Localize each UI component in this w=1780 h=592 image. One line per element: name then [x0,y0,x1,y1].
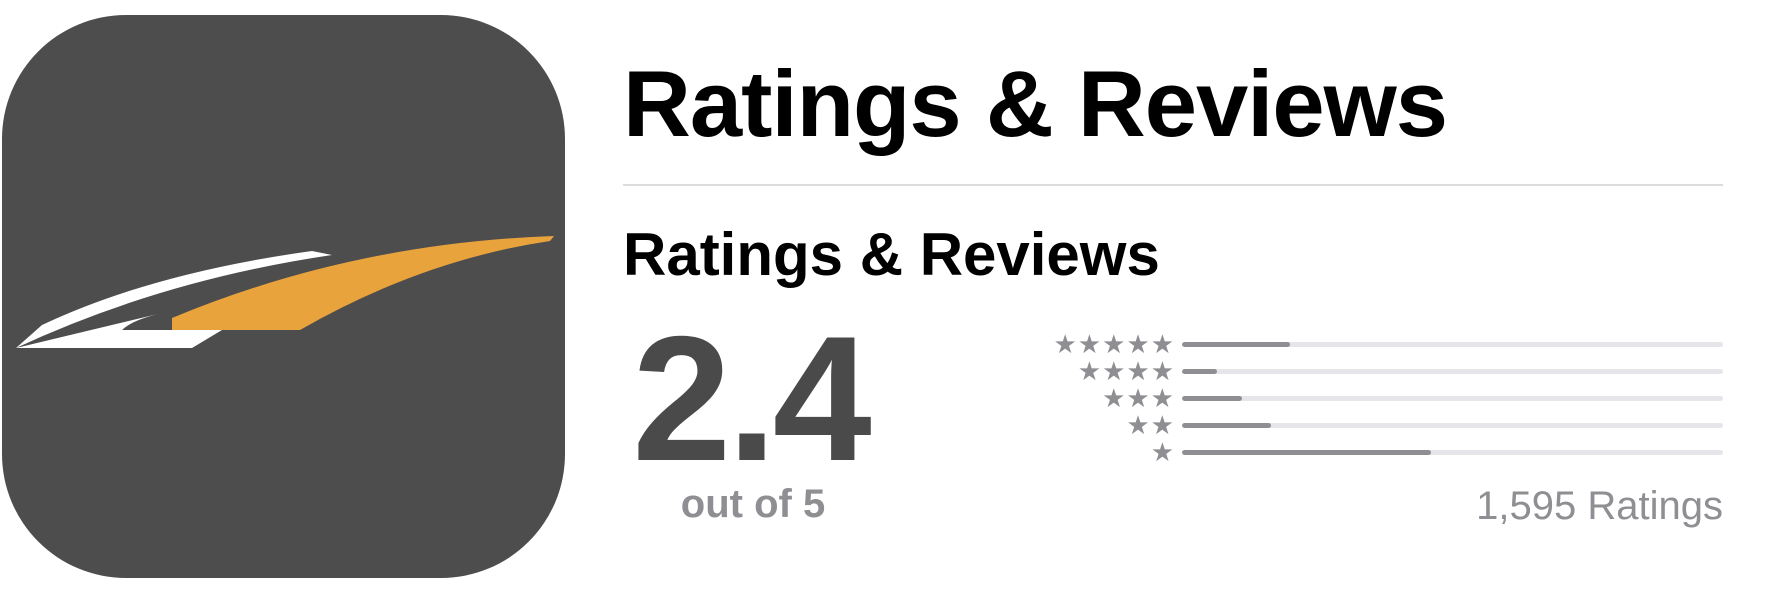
ratings-count: 1,595 Ratings [1476,484,1723,528]
histogram-row-4-stars: ★★★★ [1020,359,1723,385]
three-stars-icon: ★★★ [1102,384,1175,414]
histogram-bar-fill [1182,396,1242,401]
average-rating: 2.4 [632,299,871,498]
four-stars-icon: ★★★★ [1077,357,1175,387]
out-of-label: out of 5 [680,482,826,526]
histogram-bar-track [1182,396,1723,401]
histogram-bar-fill [1182,450,1431,455]
one-star-icon: ★ [1150,438,1175,468]
road-logo-icon [16,236,554,348]
histogram-row-2-stars: ★★ [1020,413,1723,439]
histogram-bar-track [1182,450,1723,455]
header-divider [623,184,1723,186]
app-icon [2,15,565,578]
histogram-row-3-stars: ★★★ [1020,386,1723,412]
histogram-bar-track [1182,423,1723,428]
histogram-bar-fill [1182,342,1291,347]
histogram-row-1-star: ★ [1020,440,1723,466]
histogram-bar-fill [1182,423,1272,428]
histogram-bar-track [1182,342,1723,347]
histogram-bar-fill [1182,369,1218,374]
ratings-section-title: Ratings & Reviews [623,221,1160,288]
histogram-row-5-stars: ★★★★★ [1020,332,1723,358]
page-title: Ratings & Reviews [623,51,1448,156]
five-stars-icon: ★★★★★ [1053,330,1175,360]
histogram-bar-track [1182,369,1723,374]
two-stars-icon: ★★ [1126,411,1175,441]
